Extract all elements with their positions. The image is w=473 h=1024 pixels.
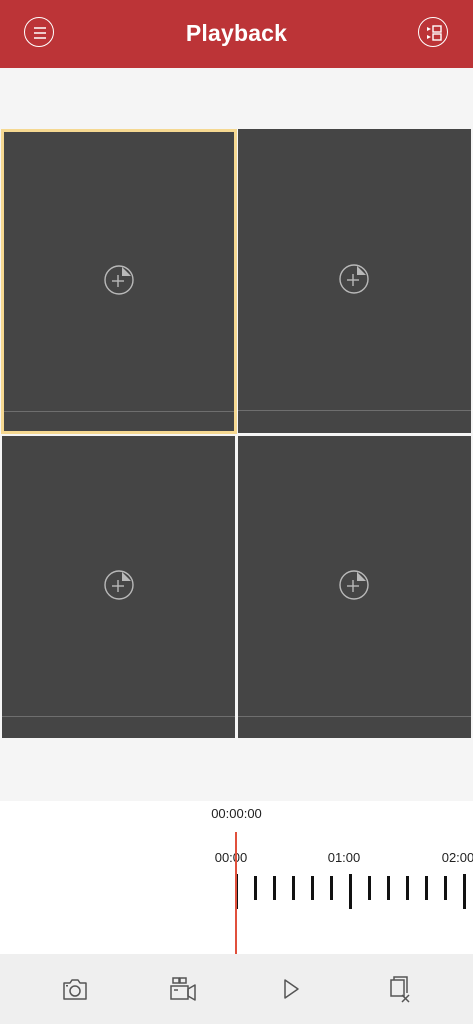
close-all-icon	[390, 976, 410, 1003]
tile-status-bar	[238, 716, 471, 717]
timeline-panel[interactable]: 00:00:00 00:00 01:00 02:00	[0, 801, 473, 954]
page-title: Playback	[185, 20, 288, 46]
timeline-label-1: 01:00	[327, 850, 361, 865]
camera-grid	[0, 129, 473, 739]
snapshot-button[interactable]	[60, 974, 90, 1004]
timeline-label-0: 00:00	[214, 850, 248, 865]
channel-list-icon	[427, 25, 442, 41]
timeline-minor-tick	[311, 876, 314, 900]
channel-list-button[interactable]	[418, 17, 448, 47]
timeline-minor-tick	[406, 876, 409, 900]
timeline-cursor[interactable]	[235, 832, 237, 954]
timeline-major-tick	[349, 874, 352, 909]
camera-tile-3[interactable]	[2, 436, 235, 738]
play-button[interactable]	[276, 974, 306, 1004]
timeline-minor-tick	[254, 876, 257, 900]
play-icon	[284, 979, 299, 999]
timeline-minor-tick	[273, 876, 276, 900]
record-clip-button[interactable]	[168, 974, 198, 1004]
timeline-minor-tick	[425, 876, 428, 900]
current-time: 00:00:00	[211, 806, 262, 821]
add-camera-icon[interactable]	[102, 568, 136, 602]
timeline-major-tick	[463, 874, 466, 909]
add-camera-icon[interactable]	[337, 568, 371, 602]
add-camera-icon[interactable]	[102, 263, 136, 297]
tile-status-bar	[238, 410, 471, 411]
timeline-minor-tick	[330, 876, 333, 900]
snapshot-icon	[63, 979, 87, 1000]
tile-status-bar	[2, 716, 235, 717]
camera-tile-1[interactable]	[1, 129, 237, 434]
timeline-minor-tick	[387, 876, 390, 900]
add-camera-icon[interactable]	[337, 262, 371, 296]
close-all-button[interactable]	[385, 974, 415, 1004]
record-clip-icon	[170, 977, 196, 1001]
timeline-label-2: 02:00	[441, 850, 473, 865]
timeline-minor-tick	[368, 876, 371, 900]
header-bar: Playback	[0, 0, 473, 68]
camera-tile-2[interactable]	[238, 129, 471, 433]
timeline-minor-tick	[292, 876, 295, 900]
timeline-minor-tick	[444, 876, 447, 900]
camera-tile-4[interactable]	[238, 436, 471, 738]
bottom-toolbar	[0, 954, 473, 1024]
tile-status-bar	[4, 411, 234, 412]
